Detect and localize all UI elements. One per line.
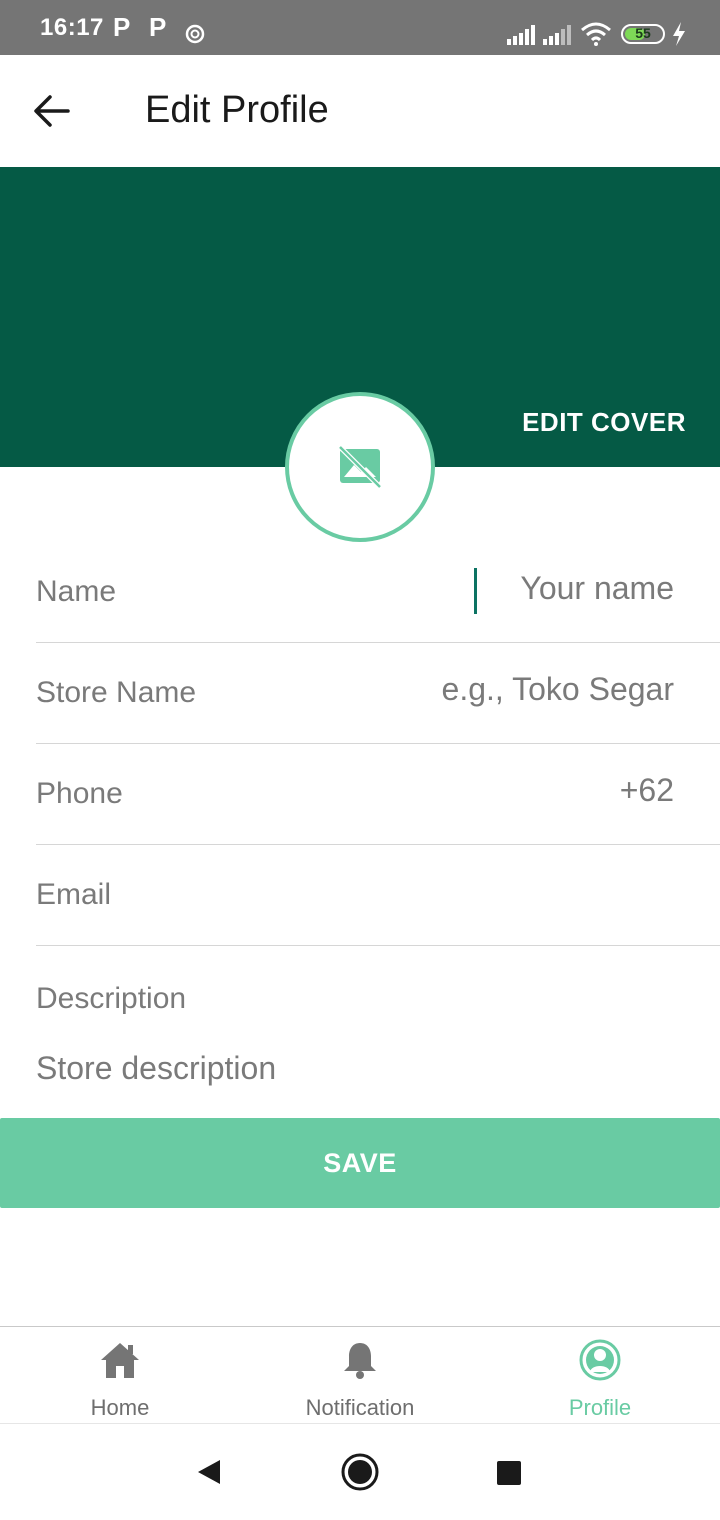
- store-name-input[interactable]: e.g., Toko Segar: [442, 671, 674, 708]
- description-label: Description: [36, 982, 187, 1015]
- p-icon: P: [149, 12, 167, 42]
- signal-icon: [506, 25, 536, 50]
- battery-icon: 55: [621, 24, 665, 44]
- name-field[interactable]: Name Your name: [36, 542, 720, 643]
- system-home-button[interactable]: [340, 1452, 380, 1497]
- home-icon: [101, 1343, 139, 1378]
- phone-label: Phone: [36, 777, 123, 810]
- edit-cover-button[interactable]: EDIT COVER: [522, 407, 686, 438]
- nav-item-profile[interactable]: Profile: [480, 1327, 720, 1425]
- avatar[interactable]: [285, 392, 435, 542]
- arrow-left-icon: [34, 95, 70, 127]
- bottom-navigation: Home Notification Profile: [0, 1326, 720, 1424]
- nav-label-notification: Notification: [305, 1395, 415, 1420]
- nav-label-home: Home: [90, 1395, 150, 1420]
- app-bar: Edit Profile: [0, 55, 720, 167]
- signal-icon: [542, 25, 572, 50]
- recents-square-icon: [497, 1461, 521, 1485]
- home-circle-icon: [341, 1453, 379, 1491]
- back-button[interactable]: [26, 85, 78, 137]
- sync-icon: [184, 23, 206, 50]
- charging-icon: [671, 22, 687, 51]
- wifi-icon: [580, 22, 612, 51]
- description-field[interactable]: Description Store description: [36, 946, 720, 1118]
- page-title: Edit Profile: [145, 89, 329, 131]
- nav-item-notification[interactable]: Notification: [240, 1327, 480, 1425]
- nav-label-profile: Profile: [568, 1395, 632, 1420]
- store-name-field[interactable]: Store Name e.g., Toko Segar: [36, 643, 720, 744]
- system-recents-button[interactable]: [496, 1460, 522, 1491]
- name-input[interactable]: Your name: [520, 570, 674, 607]
- email-label: Email: [36, 878, 112, 911]
- description-input[interactable]: Store description: [36, 1050, 276, 1087]
- text-cursor: [474, 568, 477, 614]
- email-field[interactable]: Email: [36, 845, 720, 946]
- no-image-icon: [338, 445, 382, 489]
- save-button[interactable]: SAVE: [0, 1118, 720, 1208]
- system-back-button[interactable]: [194, 1452, 222, 1497]
- bell-icon: [344, 1343, 376, 1379]
- profile-icon: [579, 1339, 621, 1381]
- back-triangle-icon: [198, 1460, 220, 1484]
- phone-field[interactable]: Phone +62: [36, 744, 720, 845]
- store-name-label: Store Name: [36, 676, 197, 709]
- p-icon: P: [113, 12, 131, 42]
- phone-input[interactable]: +62: [620, 772, 674, 809]
- battery-level: 55: [635, 25, 651, 41]
- status-bar: 16:17 P P 55: [0, 0, 720, 55]
- status-time: 16:17: [40, 14, 104, 41]
- name-label: Name: [36, 575, 117, 608]
- nav-item-home[interactable]: Home: [0, 1327, 240, 1425]
- system-navigation: [0, 1424, 720, 1520]
